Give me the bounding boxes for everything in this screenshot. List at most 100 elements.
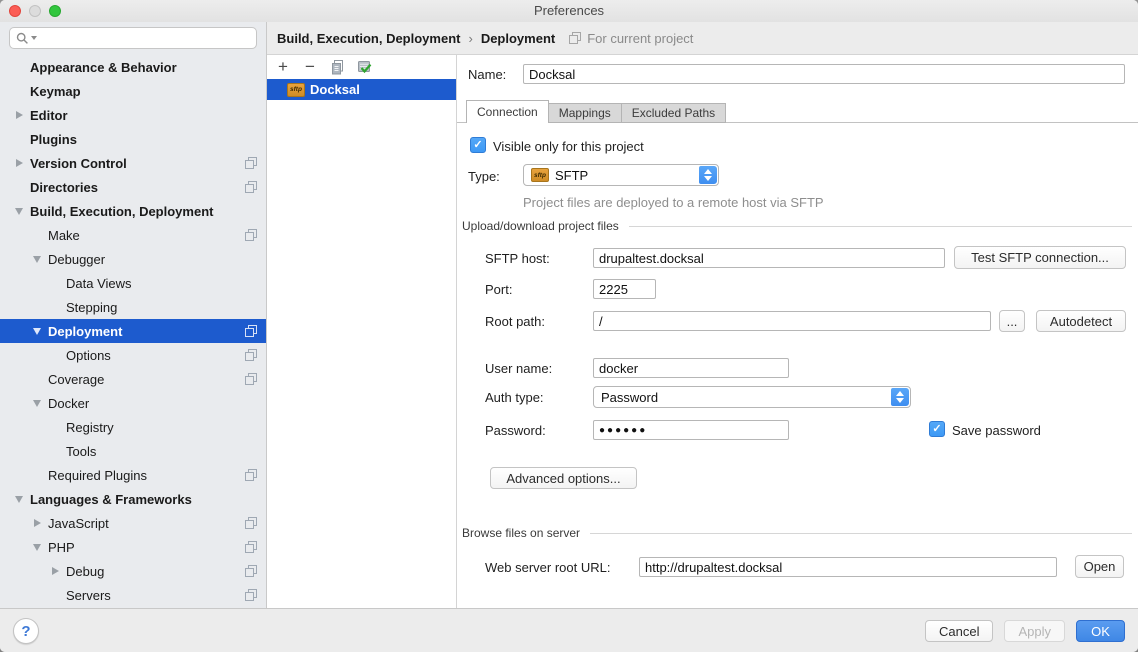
sidebar-item-options[interactable]: Options (0, 343, 266, 367)
settings-tabs: Connection Mappings Excluded Paths (467, 100, 726, 123)
sidebar-item-docker[interactable]: Docker (0, 391, 266, 415)
sidebar-item-languages-frameworks[interactable]: Languages & Frameworks (0, 487, 266, 511)
chevron-down-icon[interactable] (30, 247, 44, 271)
sidebar-item-build-execution-deployment[interactable]: Build, Execution, Deployment (0, 199, 266, 223)
sidebar-item-label: PHP (48, 540, 75, 555)
tab-excluded-paths[interactable]: Excluded Paths (621, 103, 726, 123)
chevron-down-icon[interactable] (30, 319, 44, 343)
arrow-spacer (12, 79, 26, 103)
sftp-file-icon: sftp (287, 83, 305, 97)
sftp-host-input[interactable] (593, 248, 945, 268)
user-name-input[interactable] (593, 358, 789, 378)
sidebar-item-stepping[interactable]: Stepping (0, 295, 266, 319)
port-input[interactable] (593, 279, 656, 299)
sidebar-item-make[interactable]: Make (0, 223, 266, 247)
search-filter-arrow-icon[interactable] (31, 36, 37, 40)
sidebar-item-label: Appearance & Behavior (30, 60, 177, 75)
help-button[interactable]: ? (13, 618, 39, 644)
visible-only-checkbox[interactable] (470, 137, 486, 153)
sidebar-item-deployment[interactable]: Deployment (0, 319, 266, 343)
sidebar-item-debug[interactable]: Debug (0, 559, 266, 583)
current-project-icon (245, 565, 257, 577)
sidebar-item-servers[interactable]: Servers (0, 583, 266, 607)
server-list-panel: + − sftp Docksal (267, 55, 457, 608)
sidebar-item-label: Directories (30, 180, 98, 195)
autodetect-button[interactable]: Autodetect (1036, 310, 1126, 332)
ok-button[interactable]: OK (1076, 620, 1125, 642)
sidebar-item-label: Stepping (66, 300, 117, 315)
breadcrumb-page[interactable]: Deployment (481, 31, 555, 46)
search-icon (16, 32, 37, 45)
sidebar-item-coverage[interactable]: Coverage (0, 367, 266, 391)
browse-root-path-button[interactable]: ... (999, 310, 1025, 332)
sidebar-item-version-control[interactable]: Version Control (0, 151, 266, 175)
web-root-input[interactable] (639, 557, 1057, 577)
chevron-right-icon[interactable] (12, 151, 26, 175)
name-input[interactable] (523, 64, 1125, 84)
browse-section-header: Browse files on server (462, 526, 1132, 540)
settings-tree: Appearance & Behavior KeymapEditorPlugins… (0, 55, 266, 608)
current-project-icon (245, 181, 257, 193)
open-url-button[interactable]: Open (1075, 555, 1124, 578)
sidebar-item-directories[interactable]: Directories (0, 175, 266, 199)
tab-mappings[interactable]: Mappings (548, 103, 622, 123)
server-item-docksal[interactable]: sftp Docksal (267, 79, 456, 100)
settings-search[interactable] (9, 27, 257, 49)
sftp-type-icon: sftp (531, 168, 549, 182)
save-password-label: Save password (952, 423, 1041, 438)
arrow-spacer (30, 463, 44, 487)
type-dropdown[interactable]: sftp SFTP (523, 164, 719, 186)
search-input[interactable] (41, 30, 250, 46)
sidebar-item-label: Deployment (48, 324, 122, 339)
sidebar-item-plugins[interactable]: Plugins (0, 127, 266, 151)
cancel-button[interactable]: Cancel (925, 620, 993, 642)
password-input[interactable] (593, 420, 789, 440)
sidebar-item-label: JavaScript (48, 516, 109, 531)
sidebar-item-javascript[interactable]: JavaScript (0, 511, 266, 535)
breadcrumb-section[interactable]: Build, Execution, Deployment (277, 31, 460, 46)
add-server-icon[interactable]: + (275, 59, 291, 75)
arrow-spacer (48, 415, 62, 439)
sidebar-item-debugger[interactable]: Debugger (0, 247, 266, 271)
chevron-right-icon[interactable] (30, 511, 44, 535)
chevron-down-icon[interactable] (12, 199, 26, 223)
sidebar-item-label: Languages & Frameworks (30, 492, 192, 507)
section-divider (590, 533, 1132, 534)
deployment-form: Name: Connection Mappings Excluded Paths… (457, 55, 1138, 608)
section-divider (629, 226, 1132, 227)
root-path-input[interactable] (593, 311, 991, 331)
window-title: Preferences (0, 3, 1138, 18)
sidebar-item-appearance-behavior[interactable]: Appearance & Behavior (0, 55, 266, 79)
name-label: Name: (468, 67, 506, 82)
chevron-right-icon[interactable] (12, 103, 26, 127)
test-sftp-connection-button[interactable]: Test SFTP connection... (954, 246, 1126, 269)
arrow-spacer (48, 583, 62, 607)
advanced-options-button[interactable]: Advanced options... (490, 467, 637, 489)
use-as-default-icon[interactable] (356, 59, 372, 75)
sidebar-item-required-plugins[interactable]: Required Plugins (0, 463, 266, 487)
arrow-spacer (30, 367, 44, 391)
tab-connection[interactable]: Connection (466, 100, 549, 123)
apply-button[interactable]: Apply (1004, 620, 1065, 642)
sidebar-item-label: Make (48, 228, 80, 243)
auth-type-dropdown[interactable]: Password (593, 386, 911, 408)
copy-server-icon[interactable] (329, 59, 345, 75)
sidebar-item-editor[interactable]: Editor (0, 103, 266, 127)
auth-type-value: Password (601, 390, 910, 405)
sidebar-item-data-views[interactable]: Data Views (0, 271, 266, 295)
sidebar-item-tools[interactable]: Tools (0, 439, 266, 463)
remove-server-icon[interactable]: − (302, 59, 318, 75)
sidebar-item-label: Options (66, 348, 111, 363)
chevron-down-icon[interactable] (12, 487, 26, 511)
current-project-icon (245, 589, 257, 601)
chevron-down-icon[interactable] (30, 535, 44, 559)
sidebar-item-label: Data Views (66, 276, 132, 291)
sidebar-item-keymap[interactable]: Keymap (0, 79, 266, 103)
sidebar-item-registry[interactable]: Registry (0, 415, 266, 439)
save-password-checkbox[interactable] (929, 421, 945, 437)
port-label: Port: (485, 282, 512, 297)
current-project-icon (245, 325, 257, 337)
chevron-down-icon[interactable] (30, 391, 44, 415)
sidebar-item-php[interactable]: PHP (0, 535, 266, 559)
chevron-right-icon[interactable] (48, 559, 62, 583)
